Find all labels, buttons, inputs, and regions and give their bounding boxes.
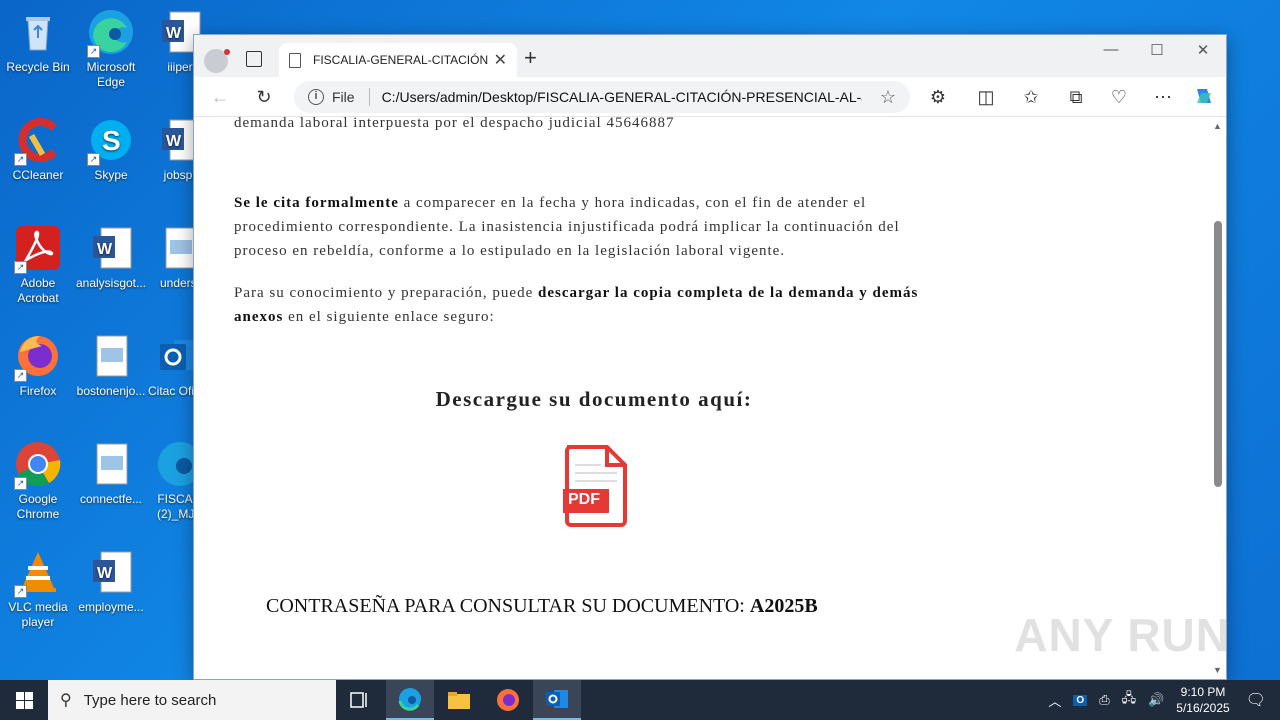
edge-icon	[398, 688, 421, 711]
word-doc-icon: W	[87, 548, 135, 596]
desktop-icon-skype[interactable]: S ↗ Skype	[73, 116, 149, 183]
scrollbar-thumb[interactable]	[1214, 221, 1222, 487]
address-scheme: File	[332, 89, 355, 105]
start-button[interactable]	[0, 680, 48, 720]
svg-text:S: S	[102, 125, 121, 156]
taskbar: ⚲ Type here to search ︿ O ⎙ 🖧 🔊 9:10 PM …	[0, 680, 1280, 720]
citation-bold: Se le cita formalmente	[234, 195, 399, 211]
desktop-icon-bostonenjo[interactable]: bostonenjo...	[73, 332, 149, 399]
more-menu-icon[interactable]: ⋯	[1151, 85, 1175, 109]
notifications-icon[interactable]: 🗨	[1246, 690, 1266, 710]
pdf-label: PDF	[568, 491, 600, 508]
address-bar[interactable]: i File C:/Users/admin/Desktop/FISCALIA-G…	[294, 81, 910, 113]
folder-icon	[448, 692, 470, 709]
desktop-icon-analysisgot[interactable]: W analysisgot...	[73, 224, 149, 291]
firefox-icon	[497, 689, 519, 711]
clock-time: 9:10 PM	[1180, 685, 1226, 699]
minimize-button[interactable]: —	[1088, 41, 1134, 58]
password-label: CONTRASEÑA PARA CONSULTAR SU DOCUMENTO:	[266, 595, 750, 617]
desktop-icon-adobe-acrobat[interactable]: ↗ Adobe Acrobat	[0, 224, 76, 306]
taskbar-edge[interactable]	[386, 680, 434, 720]
tab-actions-icon[interactable]	[246, 51, 262, 67]
download-heading: Descargue su documento aquí:	[435, 387, 753, 411]
taskbar-firefox[interactable]	[484, 680, 532, 720]
desktop-icon-edge[interactable]: ↗ Microsoft Edge	[73, 8, 149, 90]
word-doc-icon: W	[87, 224, 135, 272]
extensions-icon[interactable]: ⚙	[926, 85, 950, 109]
recycle-bin-icon	[14, 8, 62, 56]
download-end: en el siguiente enlace seguro:	[283, 309, 495, 325]
ccleaner-icon: ↗	[14, 116, 62, 166]
clock-date: 5/16/2025	[1176, 701, 1230, 715]
desktop-icon-google-chrome[interactable]: ↗ Google Chrome	[0, 440, 76, 522]
taskbar-file-explorer[interactable]	[435, 680, 483, 720]
browser-window: FISCALIA-GENERAL-CITACIÓN-P ✕ + — ☐ ✕ ← …	[193, 34, 1227, 680]
desktop-icon-ccleaner[interactable]: ↗ CCleaner	[0, 116, 76, 183]
scrollbar[interactable]: ▲ ▼	[1212, 119, 1224, 677]
image-file-icon	[87, 332, 135, 380]
vlc-icon: ↗	[14, 548, 62, 598]
taskbar-search[interactable]: ⚲ Type here to search	[48, 680, 336, 720]
address-separator	[368, 88, 370, 106]
password-value: A2025B	[749, 595, 818, 617]
page-viewport: demanda laboral interpuesta por el despa…	[194, 117, 1226, 679]
page-icon	[289, 52, 301, 68]
back-icon[interactable]: ←	[208, 85, 232, 109]
edge-icon: ↗	[87, 8, 135, 58]
desktop-icon-connectfe[interactable]: connectfe...	[73, 440, 149, 507]
desktop-icon-employme[interactable]: W employme...	[73, 548, 149, 615]
svg-text:W: W	[97, 241, 113, 258]
pdf-download-icon[interactable]: PDF	[561, 443, 631, 527]
tray-device-icon[interactable]: ⎙	[1099, 692, 1109, 708]
split-screen-icon[interactable]: ◫	[974, 85, 998, 109]
outlook-icon	[546, 690, 568, 708]
tab-active[interactable]: FISCALIA-GENERAL-CITACIÓN-P ✕	[279, 43, 517, 77]
network-icon[interactable]: 🖧	[1122, 689, 1137, 711]
search-placeholder: Type here to search	[83, 691, 217, 709]
password-line: CONTRASEÑA PARA CONSULTAR SU DOCUMENTO: …	[266, 595, 818, 618]
search-icon: ⚲	[60, 692, 72, 709]
paragraph-download: Para su conocimiento y preparación, pued…	[234, 281, 954, 329]
scroll-down-icon[interactable]: ▼	[1213, 665, 1222, 675]
desktop-icon-recycle-bin[interactable]: Recycle Bin	[0, 8, 76, 75]
close-tab-icon[interactable]: ✕	[494, 50, 507, 70]
system-tray: ︿ O ⎙ 🖧 🔊 9:10 PM 5/16/2025 🗨	[1042, 680, 1280, 720]
maximize-button[interactable]: ☐	[1134, 41, 1180, 59]
task-view-button[interactable]	[336, 680, 384, 720]
image-file-icon	[87, 440, 135, 488]
volume-icon[interactable]: 🔊	[1148, 692, 1164, 708]
acrobat-icon: ↗	[14, 224, 62, 274]
clock[interactable]: 9:10 PM 5/16/2025	[1176, 684, 1229, 716]
browser-essentials-icon[interactable]: ♡	[1107, 85, 1131, 109]
svg-text:W: W	[166, 133, 182, 150]
desktop-icon-vlc[interactable]: ↗ VLC media player	[0, 548, 76, 630]
chevron-up-icon[interactable]: ︿	[1048, 691, 1061, 710]
outlook-tray-icon[interactable]: O	[1073, 694, 1088, 706]
close-window-button[interactable]: ✕	[1180, 41, 1226, 59]
firefox-icon: ↗	[14, 332, 62, 382]
top-line: demanda laboral interpuesta por el despa…	[234, 117, 675, 131]
download-intro: Para su conocimiento y preparación, pued…	[234, 285, 538, 301]
taskbar-outlook[interactable]	[533, 680, 581, 720]
new-tab-button[interactable]: +	[524, 47, 537, 69]
notification-dot	[224, 49, 230, 55]
scroll-up-icon[interactable]: ▲	[1213, 121, 1222, 131]
favorite-star-icon[interactable]: ☆	[880, 87, 896, 108]
desktop-icon-firefox[interactable]: ↗ Firefox	[0, 332, 76, 399]
paragraph-citation: Se le cita formalmente a comparecer en l…	[234, 191, 954, 263]
copilot-icon[interactable]	[1192, 85, 1216, 109]
refresh-icon[interactable]: ↻	[252, 85, 276, 109]
svg-text:W: W	[97, 565, 113, 582]
info-icon[interactable]: i	[308, 89, 324, 105]
tab-bar: FISCALIA-GENERAL-CITACIÓN-P ✕ + — ☐ ✕	[194, 35, 1226, 77]
address-url[interactable]: C:/Users/admin/Desktop/FISCALIA-GENERAL-…	[382, 89, 862, 105]
chrome-icon: ↗	[14, 440, 62, 490]
collections-icon[interactable]: ⧉	[1064, 85, 1088, 109]
navigation-bar: ← ↻ i File C:/Users/admin/Desktop/FISCAL…	[194, 77, 1226, 117]
watermark: ANY RUN	[1014, 609, 1230, 661]
tab-title: FISCALIA-GENERAL-CITACIÓN-P	[313, 53, 488, 67]
svg-text:W: W	[166, 25, 182, 42]
favorites-icon[interactable]: ✩	[1019, 85, 1043, 109]
skype-icon: S ↗	[87, 116, 135, 166]
